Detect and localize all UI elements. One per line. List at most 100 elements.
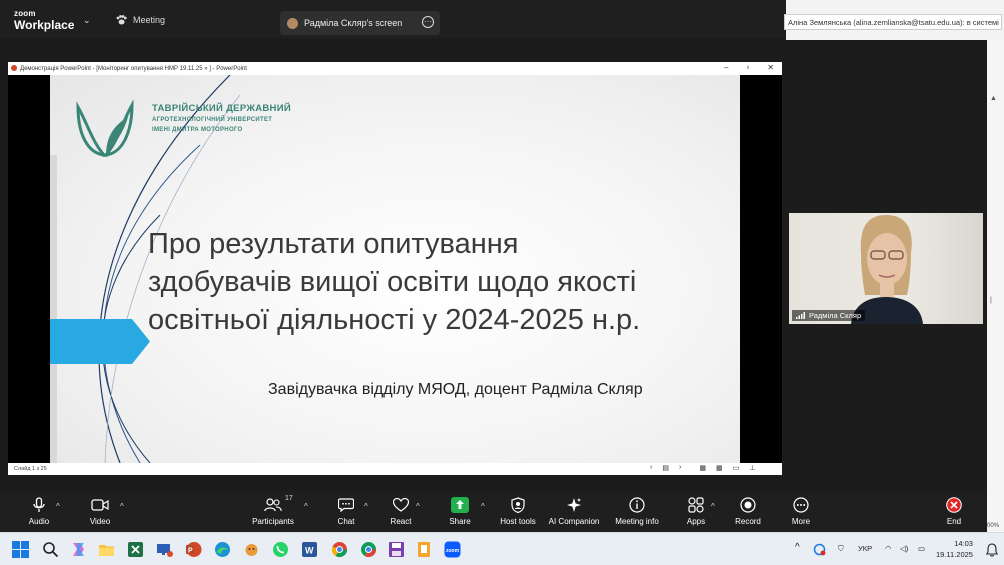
- reading-view-icon[interactable]: ▭: [733, 464, 740, 472]
- svg-text:P: P: [188, 548, 193, 555]
- scroll-up-icon[interactable]: ▲: [990, 95, 997, 102]
- whatsapp-icon[interactable]: [272, 541, 289, 558]
- video-label: Video: [89, 517, 111, 526]
- university-name-line2: АГРОТЕХНОЛОГІЧНИЙ УНІВЕРСИТЕТ: [152, 117, 273, 123]
- save-icon[interactable]: [388, 541, 405, 558]
- chat-icon: [338, 498, 354, 512]
- chat-options-caret[interactable]: ^: [364, 502, 368, 511]
- end-meeting-button[interactable]: End: [924, 496, 984, 526]
- signal-icon: [796, 312, 805, 319]
- minimize-icon[interactable]: –: [724, 63, 728, 72]
- participants-button[interactable]: Participants: [243, 496, 303, 526]
- more-icon: [793, 497, 809, 513]
- excel-icon[interactable]: [127, 541, 144, 558]
- meeting-info-button[interactable]: Meeting info: [607, 496, 667, 526]
- apps-options-caret[interactable]: ^: [711, 502, 715, 511]
- zoom-window: zoom Workplace ⌄ Meeting Радміла Скляр's…: [0, 0, 1004, 565]
- participants-options-caret[interactable]: ^: [304, 502, 308, 511]
- slide-title-line: Про результати опитування: [148, 228, 519, 260]
- react-label: React: [390, 517, 412, 526]
- tray-overflow-icon[interactable]: ^: [795, 542, 800, 553]
- brand-bottom: Workplace: [14, 18, 75, 32]
- share-label: Share: [449, 517, 471, 526]
- heart-icon: [393, 498, 409, 512]
- meeting-tab[interactable]: Meeting: [116, 15, 165, 25]
- app-icon[interactable]: [416, 541, 433, 558]
- edge-icon[interactable]: [214, 541, 231, 558]
- copilot-icon[interactable]: [70, 541, 87, 558]
- sorter-view-icon[interactable]: ▦: [716, 464, 723, 472]
- zoom-taskbar-icon[interactable]: zoom: [444, 541, 461, 558]
- brand-top: zoom: [14, 9, 36, 18]
- app-icon[interactable]: [243, 541, 260, 558]
- slide-subtitle: Завідувачка відділу МЯОД, доцент Радміла…: [268, 381, 643, 398]
- host-tools-button[interactable]: Host tools: [488, 496, 548, 526]
- record-button[interactable]: Record: [718, 496, 778, 526]
- slide-title: Про результати опитування здобувачів вищ…: [148, 225, 738, 339]
- normal-view-icon[interactable]: ▦: [699, 464, 706, 472]
- notification-banner: Аліна Землянська (alina.zemlianska@tsatu…: [784, 14, 1002, 30]
- screen-share-tab[interactable]: Радміла Скляр's screen ···: [280, 11, 440, 35]
- more-button[interactable]: More: [771, 496, 831, 526]
- chat-button[interactable]: Chat: [316, 496, 376, 526]
- video-options-caret[interactable]: ^: [120, 502, 124, 511]
- participant-video-tile[interactable]: Радміла Скляр: [789, 213, 983, 324]
- slide-menu-icon[interactable]: ▤: [662, 464, 669, 472]
- wifi-icon[interactable]: ◠: [885, 544, 892, 553]
- speaker-icon[interactable]: ◁): [900, 544, 908, 553]
- end-call-icon: [946, 497, 962, 513]
- chrome-icon[interactable]: [331, 541, 348, 558]
- close-icon[interactable]: ✕: [767, 63, 774, 72]
- slideshow-view-icon[interactable]: ⊥: [749, 464, 755, 472]
- more-options-icon[interactable]: ···: [422, 16, 434, 28]
- sync-icon[interactable]: [813, 543, 826, 556]
- participants-icon: [264, 498, 282, 512]
- audio-options-caret[interactable]: ^: [56, 502, 60, 511]
- slide-title-line: здобувачів вищої освіти щодо якості: [148, 266, 637, 298]
- search-icon[interactable]: [42, 541, 59, 558]
- system-clock[interactable]: 14:03 19.11.2025: [936, 538, 973, 560]
- react-button[interactable]: React: [371, 496, 431, 526]
- network-shield-icon[interactable]: ⛉: [838, 544, 844, 554]
- remote-desktop-icon[interactable]: [156, 541, 173, 558]
- apps-label: Apps: [686, 517, 706, 526]
- notification-bell-icon[interactable]: [986, 543, 998, 557]
- file-explorer-icon[interactable]: [98, 541, 115, 558]
- more-label: More: [791, 517, 811, 526]
- university-name-line3: ІМЕНІ ДМИТРА МОТОРНОГО: [152, 127, 243, 133]
- audio-button[interactable]: Audio: [9, 496, 69, 526]
- ai-companion-button[interactable]: AI Companion: [544, 496, 604, 526]
- sparkle-icon: [567, 498, 581, 512]
- audio-label: Audio: [28, 517, 50, 526]
- chrome-profile-icon[interactable]: [360, 541, 377, 558]
- video-button[interactable]: Video: [70, 496, 130, 526]
- language-indicator[interactable]: УКР: [858, 544, 872, 553]
- share-options-caret[interactable]: ^: [481, 502, 485, 511]
- avatar: [287, 17, 298, 29]
- shared-powerpoint-window: Демонстрація PowerPoint - [Моніторинг оп…: [8, 62, 782, 475]
- apps-button[interactable]: Apps: [666, 496, 726, 526]
- window-controls: – ▫ ✕: [724, 63, 774, 72]
- meeting-toolbar: Audio ^ Video ^ Participants 17 ^ Chat ^…: [0, 492, 987, 532]
- react-options-caret[interactable]: ^: [416, 502, 420, 511]
- end-label: End: [946, 517, 962, 526]
- splitter-handle-icon[interactable]: |: [990, 297, 992, 304]
- chevron-down-icon[interactable]: ⌄: [83, 15, 91, 26]
- slide-counter: Слайд 1 з 25: [14, 466, 47, 472]
- next-slide-icon[interactable]: ›: [679, 464, 681, 472]
- word-icon[interactable]: W: [301, 541, 318, 558]
- prev-slide-icon[interactable]: ‹: [650, 464, 652, 472]
- participants-count: 17: [285, 495, 293, 502]
- share-button[interactable]: Share: [430, 496, 490, 526]
- right-edge-panel: ▲ | 00%: [987, 40, 1004, 532]
- powerpoint-taskbar-icon[interactable]: P: [185, 541, 202, 558]
- share-screen-icon: [451, 497, 469, 513]
- participant-name-tag: Радміла Скляр: [792, 310, 866, 321]
- maximize-icon[interactable]: ▫: [746, 63, 749, 72]
- microphone-icon: [33, 497, 45, 512]
- battery-icon[interactable]: ▭: [918, 544, 925, 553]
- info-icon: [629, 497, 645, 513]
- host-tools-label: Host tools: [500, 517, 536, 526]
- zoom-workplace-logo[interactable]: zoom Workplace: [14, 9, 75, 32]
- windows-start-icon[interactable]: [12, 541, 29, 558]
